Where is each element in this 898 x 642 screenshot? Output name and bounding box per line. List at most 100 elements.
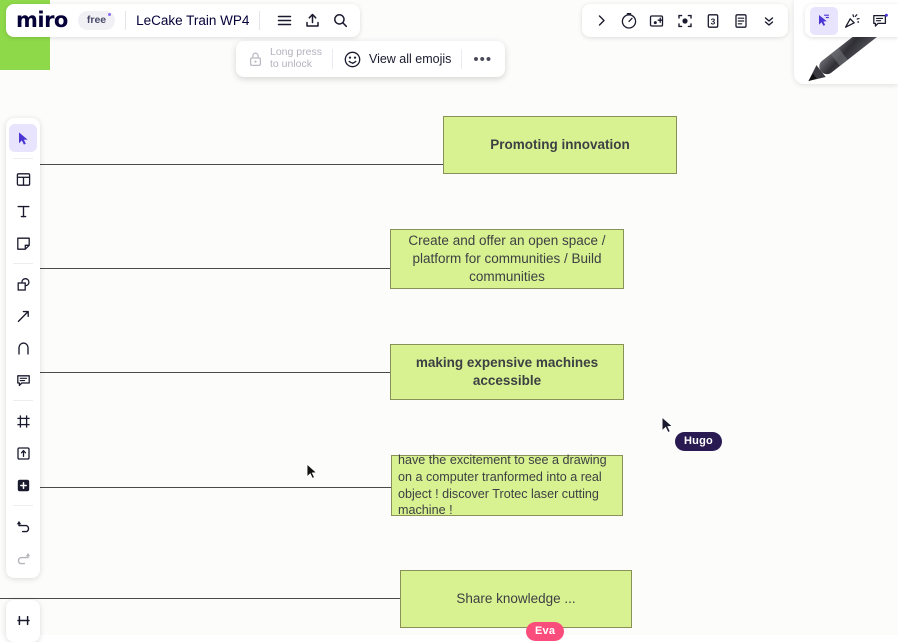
more-apps-tool[interactable] (9, 471, 37, 499)
magnifier-glyph (332, 12, 349, 29)
sticky-note-text: Share knowledge ... (401, 590, 631, 608)
lock-label: Long press to unlock (270, 47, 322, 71)
text-tool[interactable] (9, 197, 37, 225)
sticky-note[interactable]: have the excitement to see a drawing on … (391, 455, 623, 516)
screen-share-glyph (648, 12, 666, 30)
plus-square-icon (15, 477, 32, 494)
sticky-note-icon (15, 235, 32, 252)
divider (13, 158, 33, 159)
comment-icon (15, 372, 32, 389)
emoji-face-icon (343, 50, 362, 69)
plan-badge[interactable]: free (78, 11, 115, 31)
menu-icon[interactable] (270, 7, 298, 35)
sticky-note[interactable]: making expensive machines accessible (390, 344, 624, 400)
comment-bubble-glyph (871, 12, 889, 30)
upload-icon (15, 445, 32, 462)
sticky-note[interactable]: Create and offer an open space / platfor… (390, 229, 624, 289)
timer-icon[interactable] (615, 7, 643, 35)
sticky-note-text: have the excitement to see a drawing on … (392, 452, 622, 518)
lock-icon (248, 51, 263, 67)
sticky-note-text: Create and offer an open space / platfor… (391, 232, 623, 285)
card-count-glyph: 3 (704, 12, 722, 30)
plan-badge-dot-icon (108, 13, 112, 17)
hamburger-glyph (276, 12, 293, 29)
comments-icon[interactable] (866, 7, 894, 35)
bottom-left-tool-palette[interactable] (6, 600, 40, 642)
pen-tool[interactable] (9, 334, 37, 362)
share-upload-icon[interactable] (298, 7, 326, 35)
collaboration-toolbar[interactable] (805, 4, 898, 37)
connector-line[interactable] (40, 372, 391, 373)
upload-tool[interactable] (9, 439, 37, 467)
lock-label-line2: to unlock (270, 59, 322, 71)
notes-glyph (732, 12, 750, 30)
sticky-note-text: Promoting innovation (444, 136, 676, 154)
arrow-line-icon (15, 308, 32, 325)
divider (13, 400, 33, 401)
pen-icon (15, 340, 32, 357)
view-all-emojis-label: View all emojis (369, 52, 451, 66)
divider (13, 505, 33, 506)
timer-glyph (620, 12, 638, 30)
sticky-note[interactable]: Share knowledge ... (400, 570, 632, 628)
cursor-name-label: Hugo (675, 432, 722, 451)
connector-line[interactable] (40, 487, 392, 488)
select-cursor-tool[interactable] (9, 124, 37, 152)
chevron-right-icon[interactable] (587, 7, 615, 35)
cards-count-icon[interactable]: 3 (699, 7, 727, 35)
top-right-toolbar[interactable]: 3 (582, 4, 788, 37)
shapes-tool[interactable] (9, 270, 37, 298)
miro-logo[interactable]: miro (16, 10, 68, 31)
bring-to-me-glyph (676, 12, 694, 30)
undo-tool[interactable] (9, 512, 37, 540)
templates-icon (15, 171, 32, 188)
cursor-arrow-icon (306, 463, 318, 480)
reactions-party-icon[interactable] (838, 7, 866, 35)
cursor-share-glyph (815, 12, 833, 30)
cursor-name-label: Eva (526, 622, 564, 641)
divider (125, 11, 126, 30)
emoji-floating-toolbar[interactable]: Long press to unlock View all emojis ••• (236, 41, 505, 77)
connection-line-tool[interactable] (9, 302, 37, 330)
connector-line[interactable] (40, 268, 391, 269)
undo-icon (15, 518, 32, 535)
upload-glyph (304, 12, 321, 29)
connector-line[interactable] (0, 598, 401, 599)
emoji-bar-more-button[interactable]: ••• (462, 55, 503, 64)
text-icon (15, 203, 32, 220)
divider (13, 263, 33, 264)
search-icon[interactable] (326, 7, 354, 35)
divider (259, 11, 260, 30)
long-press-to-unlock-button[interactable]: Long press to unlock (238, 44, 332, 74)
notes-icon[interactable] (727, 7, 755, 35)
view-all-emojis-button[interactable]: View all emojis (333, 44, 461, 74)
cursor-arrow-icon (661, 416, 674, 434)
sticky-note-tool[interactable] (9, 229, 37, 257)
cursor-share-icon[interactable] (810, 7, 838, 35)
top-left-toolbar[interactable]: miro free LeCake Train WP4 (6, 4, 360, 37)
board-canvas[interactable]: Promoting innovation Create and offer an… (0, 0, 898, 635)
chevron-right-glyph (594, 13, 609, 28)
left-tool-palette[interactable] (6, 118, 40, 578)
redo-tool[interactable] (9, 544, 37, 572)
frame-crop-icon (15, 612, 32, 629)
board-title[interactable]: LeCake Train WP4 (136, 13, 249, 28)
sticky-note-text: making expensive machines accessible (391, 354, 623, 390)
double-chevron-glyph (761, 13, 777, 29)
frame-crop-tool[interactable] (9, 606, 37, 634)
collaborator-cursor-hugo: Hugo (661, 416, 674, 434)
plan-badge-label: free (87, 14, 106, 26)
connector-line[interactable] (40, 164, 444, 165)
focus-frame-icon[interactable] (671, 7, 699, 35)
chevron-double-down-icon[interactable] (755, 7, 783, 35)
comment-tool[interactable] (9, 366, 37, 394)
templates-tool[interactable] (9, 165, 37, 193)
sticky-note[interactable]: Promoting innovation (443, 116, 677, 174)
shapes-icon (15, 276, 32, 293)
frame-tool[interactable] (9, 407, 37, 435)
frame-icon (15, 413, 32, 430)
local-mouse-cursor (306, 463, 318, 480)
screen-share-icon[interactable] (643, 7, 671, 35)
cursor-arrow-icon (15, 130, 32, 147)
party-popper-glyph (843, 12, 861, 30)
